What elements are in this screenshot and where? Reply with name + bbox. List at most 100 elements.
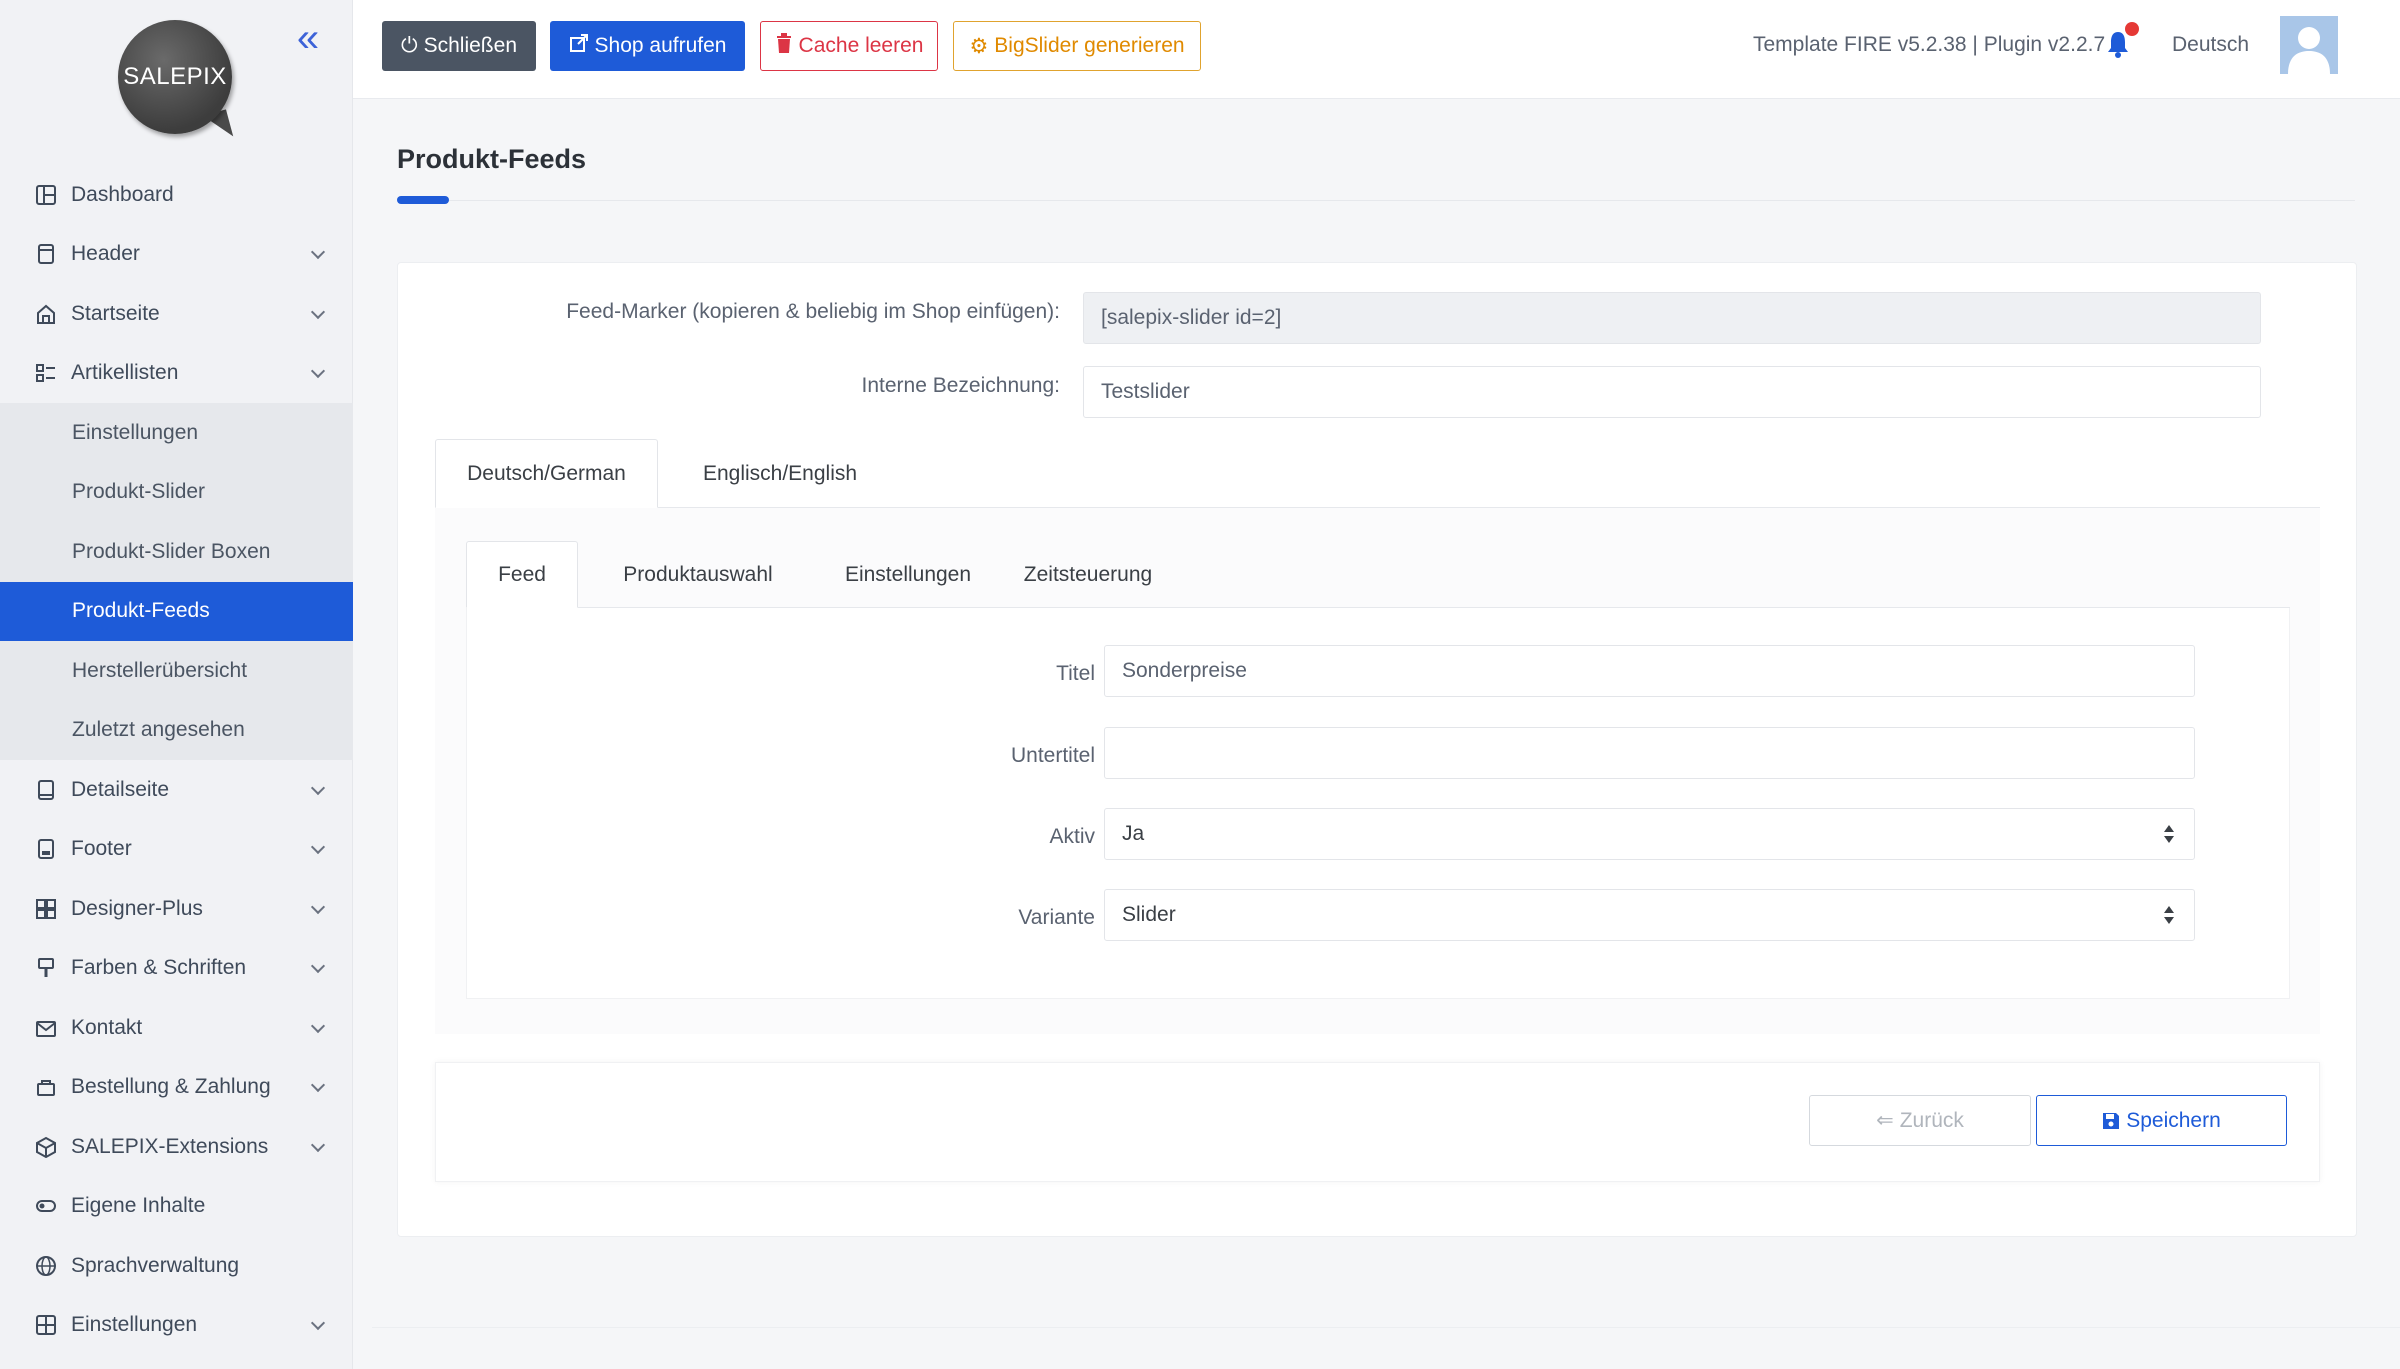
- sidebar-item-label: Eigene Inhalte: [71, 1194, 206, 1218]
- header-icon: [35, 243, 57, 265]
- sidebar-item-bestellung-zahlung[interactable]: Bestellung & Zahlung: [0, 1058, 353, 1118]
- tab-produktauswahl[interactable]: Produktauswahl: [578, 541, 818, 608]
- back-button[interactable]: ⇐ Zurück: [1809, 1095, 2031, 1146]
- sidebar-item-einstellungen[interactable]: Einstellungen: [0, 1296, 353, 1356]
- gear-icon: ⚙: [969, 34, 989, 58]
- sidebar-item-label: Startseite: [71, 301, 160, 325]
- chevron-down-icon: [310, 1018, 326, 1033]
- sidebar-item-startseite[interactable]: Startseite: [0, 284, 353, 344]
- internal-name-field[interactable]: Testslider: [1083, 366, 2261, 418]
- title-accent-bar: [397, 196, 449, 204]
- sidebar-item-header[interactable]: Header: [0, 225, 353, 285]
- chevron-down-icon: [310, 899, 326, 914]
- aktiv-label: Aktiv: [1049, 825, 1095, 848]
- variante-select-value: Slider: [1122, 903, 1176, 926]
- bottom-divider: [372, 1327, 2400, 1328]
- settings-grid-icon: [35, 1314, 57, 1336]
- logo-text: SALEPIX: [118, 20, 232, 134]
- chevron-down-icon: [310, 840, 326, 855]
- language-tabs: Deutsch/German Englisch/English: [435, 439, 2320, 508]
- sidebar-item-label: SALEPIX-Extensions: [71, 1134, 269, 1158]
- trash-icon: [775, 33, 793, 59]
- save-button[interactable]: Speichern: [2036, 1095, 2287, 1146]
- clear-cache-button-label: Cache leeren: [798, 34, 924, 57]
- sidebar-item-dashboard[interactable]: Dashboard: [0, 165, 353, 225]
- untertitel-input[interactable]: [1104, 727, 2195, 779]
- titel-label: Titel: [1056, 662, 1095, 685]
- sidebar-item-label: Sprachverwaltung: [71, 1253, 240, 1277]
- dashboard-icon: [35, 184, 57, 206]
- sidebar-subitem-herstelleruebersicht[interactable]: Herstellerübersicht: [0, 641, 353, 701]
- sidebar-item-designer-plus[interactable]: Designer-Plus: [0, 879, 353, 939]
- sidebar-item-label: Designer-Plus: [71, 896, 203, 920]
- generate-bigslider-button-label: BigSlider generieren: [994, 34, 1185, 57]
- feed-section-tabs: Feed Produktauswahl Einstellungen Zeitst…: [466, 541, 2290, 608]
- sidebar-subitem-einstellungen[interactable]: Einstellungen: [0, 403, 353, 463]
- double-chevron-left-icon[interactable]: «: [290, 18, 326, 58]
- sidebar: SALEPIX « Dashboard Header Startseite Ar…: [0, 0, 353, 1369]
- tab-deutsch-german[interactable]: Deutsch/German: [435, 439, 658, 508]
- language-panel: Feed Produktauswahl Einstellungen Zeitst…: [435, 508, 2320, 1034]
- chevron-down-icon: [310, 245, 326, 260]
- toggle-icon: [35, 1195, 57, 1217]
- sidebar-subitem-produkt-feeds[interactable]: Produkt-Feeds: [0, 581, 353, 641]
- sidebar-item-salepix-extensions[interactable]: SALEPIX-Extensions: [0, 1117, 353, 1177]
- tab-feed[interactable]: Feed: [466, 541, 578, 608]
- home-icon: [35, 303, 57, 325]
- footer-icon: [35, 838, 57, 860]
- generate-bigslider-button[interactable]: ⚙ BigSlider generieren: [953, 21, 1201, 71]
- tab-zeitsteuerung[interactable]: Zeitsteuerung: [998, 541, 1178, 608]
- feed-marker-label: Feed-Marker (kopieren & beliebig im Shop…: [566, 300, 1060, 323]
- sidebar-item-artikellisten[interactable]: Artikellisten: [0, 344, 353, 404]
- aktiv-select[interactable]: Ja: [1104, 808, 2195, 860]
- close-button-label: Schließen: [423, 34, 517, 57]
- tab-einstellungen[interactable]: Einstellungen: [818, 541, 998, 608]
- select-arrows-icon: [2164, 825, 2174, 843]
- form-actions: ⇐ Zurück Speichern: [435, 1062, 2320, 1182]
- sidebar-item-sprachverwaltung[interactable]: Sprachverwaltung: [0, 1236, 353, 1296]
- clear-cache-button[interactable]: Cache leeren: [760, 21, 938, 71]
- sidebar-item-footer[interactable]: Footer: [0, 820, 353, 880]
- close-button[interactable]: ⏻ Schließen: [382, 21, 536, 71]
- sidebar-item-label: Einstellungen: [71, 1313, 198, 1337]
- avatar[interactable]: [2280, 16, 2338, 74]
- sidebar-item-label: Footer: [71, 837, 132, 861]
- basket-icon: [35, 1076, 57, 1098]
- save-icon: [2102, 1112, 2120, 1130]
- save-button-label: Speichern: [2126, 1108, 2221, 1132]
- power-icon: ⏻: [400, 34, 418, 57]
- list-icon: [35, 362, 57, 384]
- chevron-down-icon: [310, 1078, 326, 1093]
- sidebar-subitem-zuletzt-angesehen[interactable]: Zuletzt angesehen: [0, 701, 353, 761]
- select-arrows-icon: [2164, 906, 2174, 924]
- salepix-logo[interactable]: SALEPIX: [118, 20, 238, 143]
- visit-shop-button[interactable]: Shop aufrufen: [550, 21, 745, 71]
- tab-englisch-english[interactable]: Englisch/English: [658, 439, 902, 508]
- sidebar-item-label: Dashboard: [71, 182, 174, 206]
- visit-shop-button-label: Shop aufrufen: [594, 34, 727, 57]
- chevron-down-icon: [310, 959, 326, 974]
- titel-input[interactable]: Sonderpreise: [1104, 645, 2195, 697]
- sidebar-item-kontakt[interactable]: Kontakt: [0, 998, 353, 1058]
- sidebar-subitem-produkt-slider-boxen[interactable]: Produkt-Slider Boxen: [0, 522, 353, 582]
- feed-marker-field[interactable]: [salepix-slider id=2]: [1083, 292, 2261, 344]
- sidebar-item-label: Detailseite: [71, 777, 170, 801]
- page-title: Produkt-Feeds: [397, 144, 587, 174]
- version-info: Template FIRE v5.2.38 | Plugin v2.2.7: [1753, 33, 2106, 56]
- sidebar-subitem-produkt-slider[interactable]: Produkt-Slider: [0, 463, 353, 523]
- sidebar-nav: Dashboard Header Startseite Artikelliste…: [0, 165, 353, 1355]
- sidebar-item-detailseite[interactable]: Detailseite: [0, 760, 353, 820]
- sidebar-item-farben-schriften[interactable]: Farben & Schriften: [0, 939, 353, 999]
- back-button-label: Zurück: [1899, 1108, 1964, 1132]
- language-selector[interactable]: Deutsch: [2172, 33, 2249, 57]
- grid-plus-icon: [35, 898, 57, 920]
- aktiv-select-value: Ja: [1122, 822, 1145, 845]
- paint-icon: [35, 957, 57, 979]
- feed-form-card: Feed-Marker (kopieren & beliebig im Shop…: [397, 262, 2357, 1237]
- chevron-down-icon: [310, 304, 326, 319]
- bell-icon[interactable]: [2106, 30, 2130, 60]
- tablet-icon: [35, 779, 57, 801]
- arrow-left-icon: ⇐: [1876, 1109, 1894, 1132]
- variante-select[interactable]: Slider: [1104, 889, 2195, 941]
- sidebar-item-eigene-inhalte[interactable]: Eigene Inhalte: [0, 1177, 353, 1237]
